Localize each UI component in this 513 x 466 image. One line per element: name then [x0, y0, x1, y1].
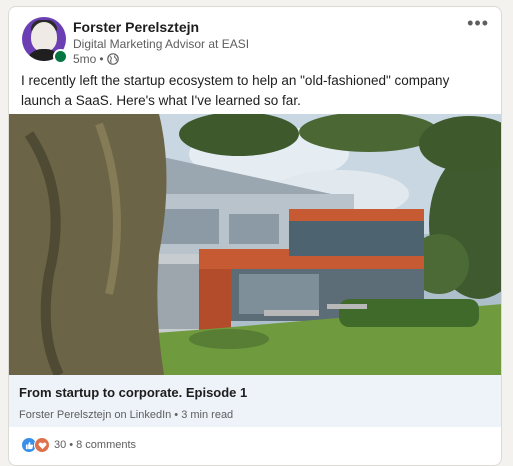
post-meta: 5mo •	[73, 52, 119, 66]
social-counts[interactable]: 30 • 8 comments	[21, 437, 136, 453]
article-source: Forster Perelsztejn on LinkedIn • 3 min …	[19, 409, 234, 421]
reactions-count[interactable]: 30	[54, 439, 66, 451]
comments-count[interactable]: 8 comments	[76, 439, 136, 451]
article-title[interactable]: From startup to corporate. Episode 1	[19, 385, 247, 400]
post-time: 5mo	[73, 52, 97, 66]
article-preview[interactable]: From startup to corporate. Episode 1 For…	[9, 375, 501, 427]
meta-separator: •	[99, 52, 104, 66]
globe-icon	[106, 53, 119, 65]
more-options-button[interactable]: •••	[467, 13, 489, 34]
online-status-indicator	[53, 49, 68, 64]
post-text: I recently left the startup ecosystem to…	[21, 73, 450, 108]
love-icon	[34, 437, 50, 453]
counts-separator: •	[69, 439, 74, 451]
author-headline: Digital Marketing Advisor at EASI	[73, 37, 250, 51]
feed-post-card: Forster Perelsztejn Digital Marketing Ad…	[8, 6, 502, 466]
article-image[interactable]	[9, 114, 501, 375]
author-name[interactable]: Forster Perelsztejn	[73, 19, 199, 35]
